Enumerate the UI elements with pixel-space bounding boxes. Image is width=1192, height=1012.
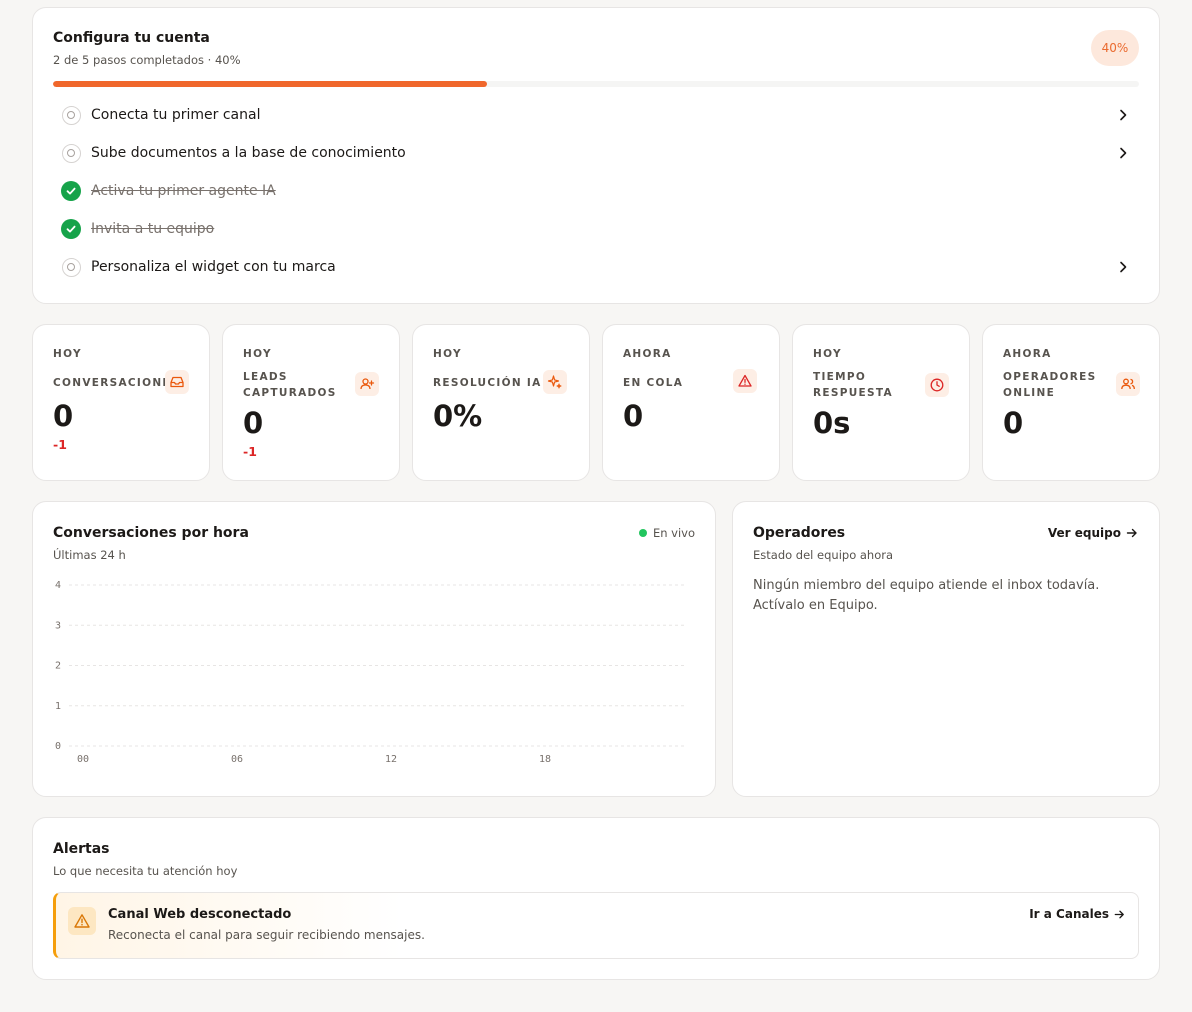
check-circle-icon	[61, 219, 81, 239]
view-team-link[interactable]: Ver equipo	[1048, 526, 1139, 540]
arrow-right-icon	[1126, 528, 1137, 538]
chart-y-tick-label: 4	[55, 580, 61, 591]
hourly-chart: 0123400 06 12 18	[55, 580, 685, 765]
stat-value: 0	[623, 399, 644, 433]
chart-y-tick-label: 0	[55, 741, 61, 752]
stat-period: Hoy	[813, 348, 842, 360]
setup-card: Configura tu cuenta 2 de 5 pasos complet…	[32, 7, 1160, 304]
chevron-right-icon	[1120, 109, 1127, 121]
clock-icon	[925, 373, 949, 397]
stat-label: Leads capturados	[243, 371, 337, 399]
alerts-subtitle: Lo que necesita tu atención hoy	[53, 864, 238, 878]
stat-label: Operadores online	[1003, 371, 1097, 399]
stat-card-leads: Hoy Leads capturados 0 -1	[222, 324, 400, 481]
stat-delta: -1	[243, 444, 257, 459]
alerts-title: Alertas	[53, 841, 110, 857]
alert-title: Canal Web desconectado	[108, 907, 292, 922]
stat-label: Conversaciones	[53, 377, 180, 389]
stat-value: 0s	[813, 406, 851, 440]
stat-label: Resolución IA	[433, 377, 542, 389]
user-plus-icon	[355, 372, 379, 396]
chart-x-tick-label: 06	[231, 754, 243, 765]
stat-card-response-time: Hoy Tiempo respuesta 0s	[792, 324, 970, 481]
setup-title: Configura tu cuenta	[53, 30, 210, 46]
warning-icon	[68, 907, 96, 935]
stat-card-operators-online: Ahora Operadores online 0	[982, 324, 1160, 481]
chevron-right-icon	[1120, 147, 1127, 159]
setup-percent-badge: 40%	[1091, 30, 1139, 66]
stat-period: Hoy	[243, 348, 272, 360]
stat-label: Tiempo respuesta	[813, 371, 893, 399]
stat-period: Hoy	[53, 348, 82, 360]
alert-triangle-icon	[733, 369, 757, 393]
stat-period: Ahora	[623, 348, 672, 360]
setup-progress-bar	[53, 81, 1139, 87]
view-team-label: Ver equipo	[1047, 526, 1121, 540]
setup-progress-fill	[53, 81, 488, 87]
setup-step-activate-agent: Activa tu primer agente IA	[53, 172, 1139, 210]
setup-step-label: Conecta tu primer canal	[91, 107, 261, 123]
alert-item: Canal Web desconectado Reconecta el cana…	[53, 892, 1139, 959]
stat-period: Hoy	[433, 348, 462, 360]
stat-value: 0	[243, 406, 264, 440]
sparkles-icon	[543, 370, 567, 394]
chart-y-tick-label: 1	[55, 701, 61, 712]
stat-value: 0%	[433, 399, 483, 433]
check-circle-icon	[61, 181, 81, 201]
stat-card-queue: Ahora En cola 0	[602, 324, 780, 481]
chevron-right-icon	[1120, 261, 1127, 273]
stat-label: En cola	[623, 377, 684, 389]
setup-step-upload-docs[interactable]: Sube documentos a la base de conocimient…	[53, 134, 1139, 172]
operators-title: Operadores	[753, 525, 846, 541]
chart-x-tick-label: 12	[385, 754, 397, 765]
stat-value: 0	[53, 399, 74, 433]
chart-x-tick-label: 00	[77, 754, 89, 765]
arrow-right-icon	[1114, 910, 1124, 918]
go-to-channels-link[interactable]: Ir a Canales	[1029, 907, 1126, 921]
operators-card: Operadores Estado del equipo ahora Ver e…	[732, 501, 1160, 797]
setup-step-invite-team: Invita a tu equipo	[53, 210, 1139, 248]
go-to-channels-label: Ir a Canales	[1029, 907, 1109, 921]
step-pending-icon	[61, 105, 81, 125]
operators-empty-message: Ningún miembro del equipo atiende el inb…	[753, 578, 1100, 613]
inbox-icon	[165, 370, 189, 394]
setup-step-label: Invita a tu equipo	[91, 221, 215, 237]
chart-y-tick-label: 2	[55, 661, 61, 672]
hourly-conversations-card: Conversaciones por hora Últimas 24 h En …	[32, 501, 716, 797]
stat-delta: -1	[53, 437, 67, 452]
alerts-card: Alertas Lo que necesita tu atención hoy …	[32, 817, 1160, 980]
operators-subtitle: Estado del equipo ahora	[753, 548, 894, 562]
stat-card-conversations: Hoy Conversaciones 0 -1	[32, 324, 210, 481]
stat-period: Ahora	[1003, 348, 1052, 360]
setup-steps-list: Conecta tu primer canal Sube documentos …	[53, 96, 1139, 286]
setup-step-customize-widget[interactable]: Personaliza el widget con tu marca	[53, 248, 1139, 286]
setup-step-connect-channel[interactable]: Conecta tu primer canal	[53, 96, 1139, 134]
chart-x-tick-label: 18	[539, 754, 551, 765]
step-pending-icon	[61, 257, 81, 277]
chart-y-tick-label: 3	[55, 620, 61, 631]
setup-step-label: Sube documentos a la base de conocimient…	[91, 145, 406, 161]
stat-card-ai-resolution: Hoy Resolución IA 0%	[412, 324, 590, 481]
setup-step-label: Personaliza el widget con tu marca	[91, 259, 336, 275]
stat-value: 0	[1003, 406, 1024, 440]
alert-description: Reconecta el canal para seguir recibiend…	[108, 928, 425, 942]
users-icon	[1116, 372, 1140, 396]
setup-step-label: Activa tu primer agente IA	[91, 183, 276, 199]
step-pending-icon	[61, 143, 81, 163]
setup-subtitle: 2 de 5 pasos completados · 40%	[53, 53, 241, 67]
